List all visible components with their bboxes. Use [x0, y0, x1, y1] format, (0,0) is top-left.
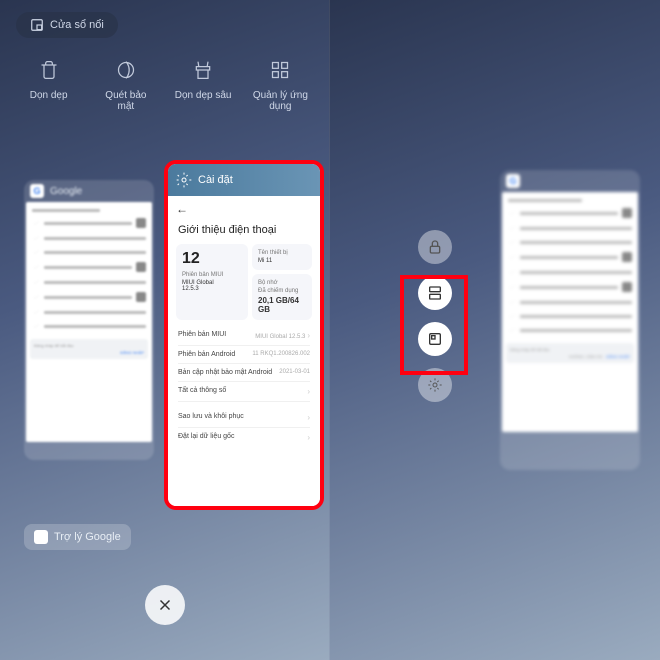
settings-recent-card-highlighted[interactable]: Cài đặt ← Giới thiệu điện thoại 12 Phiên…: [164, 160, 324, 510]
deep-clean-action[interactable]: Dọn dẹp sâu: [173, 60, 233, 112]
miui-version-row[interactable]: Phiên bản MIUIMIUI Global 12.5.3›: [178, 326, 310, 346]
clean-action[interactable]: Dọn dẹp: [19, 60, 79, 112]
google-card-body-right: Đăng nhập để bắt đầu KHÔNG, CẢM ƠN ĐĂNG …: [502, 192, 638, 432]
gear-icon: [176, 172, 192, 188]
pip-label: Cửa sổ nổi: [50, 19, 104, 31]
shield-scan-icon: [116, 60, 136, 80]
back-arrow-icon[interactable]: ←: [168, 196, 320, 222]
page-title: Giới thiệu điện thoại: [168, 222, 320, 244]
google-logo-icon: G: [506, 174, 520, 188]
google-recent-card[interactable]: G Google Đăng nhập để bắt đầu ĐĂNG NHẬP: [24, 180, 154, 460]
deep-clean-icon: [193, 60, 213, 80]
clear-all-button[interactable]: [145, 585, 185, 625]
window-icon: [30, 18, 44, 32]
apps-icon: [270, 60, 290, 80]
lock-icon: [427, 239, 443, 255]
security-scan-action[interactable]: Quét bảo mật: [96, 60, 156, 112]
device-name-tile[interactable]: Tên thiết bị Mi 11: [252, 244, 312, 270]
assistant-card[interactable]: Trợ lý Google: [24, 524, 131, 550]
floating-window-button[interactable]: Cửa sổ nổi: [16, 12, 118, 38]
manage-apps-action[interactable]: Quản lý ứng dụng: [250, 60, 310, 112]
top-actions-row: Dọn dẹp Quét bảo mật Dọn dẹp sâu Quản lý…: [0, 60, 329, 112]
close-icon: [156, 596, 174, 614]
google-logo-icon: G: [30, 184, 44, 198]
assistant-icon: [34, 530, 48, 544]
backup-row[interactable]: Sao lưu và khôi phục›: [178, 408, 310, 428]
storage-tile[interactable]: Bộ nhớ Đã chiếm dụng 20,1 GB/64 GB: [252, 274, 312, 320]
gear-small-icon: [427, 377, 443, 393]
security-patch-row[interactable]: Bản cập nhật bảo mật Android2021-03-01: [178, 364, 310, 382]
highlight-box: [400, 275, 468, 375]
settings-card-header: Cài đặt: [168, 164, 320, 196]
google-card-body: Đăng nhập để bắt đầu ĐĂNG NHẬP: [26, 202, 152, 442]
factory-reset-row[interactable]: Đặt lại dữ liệu gốc›: [178, 428, 310, 447]
lock-app-button[interactable]: [418, 230, 452, 264]
all-specs-row[interactable]: Tất cả thông số›: [178, 382, 310, 402]
android-version-row[interactable]: Phiên bản Android11 RKQ1.200826.002: [178, 346, 310, 364]
google-recent-card-right[interactable]: G Đăng nhập để bắt đầu KHÔNG, CẢM ƠN ĐĂN…: [500, 170, 640, 470]
miui-version-tile[interactable]: 12 Phiên bản MIUI MIUI Global 12.5.3: [176, 244, 248, 320]
trash-icon: [39, 60, 59, 80]
